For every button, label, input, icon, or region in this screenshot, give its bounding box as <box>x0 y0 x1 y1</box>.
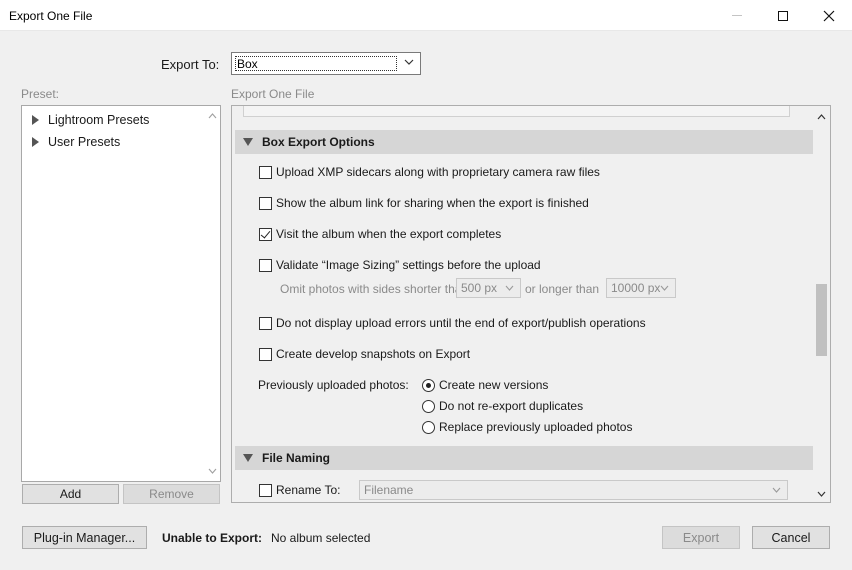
radio-replace-previous[interactable]: Replace previously uploaded photos <box>422 420 632 434</box>
section-file-naming[interactable]: File Naming <box>235 446 813 470</box>
omit-photos-label: Omit photos with sides shorter than <box>280 282 469 296</box>
expand-arrow-icon <box>32 115 39 125</box>
validate-image-sizing-checkbox[interactable]: Validate “Image Sizing” settings before … <box>259 258 541 272</box>
cancel-button[interactable]: Cancel <box>752 526 830 549</box>
chevron-down-icon <box>505 285 514 291</box>
option-label: Do not display upload errors until the e… <box>276 316 646 330</box>
tree-item-user-presets[interactable]: User Presets <box>32 135 120 149</box>
visit-album-checkbox[interactable]: Visit the album when the export complete… <box>259 227 501 241</box>
tree-item-lightroom-presets[interactable]: Lightroom Presets <box>32 113 149 127</box>
checkbox-box <box>259 227 272 241</box>
collapse-arrow-icon <box>243 454 253 462</box>
radio-create-new-versions[interactable]: Create new versions <box>422 378 548 392</box>
section-box-export-options[interactable]: Box Export Options <box>235 130 813 154</box>
omit-shorter-select[interactable]: 500 px <box>456 278 521 298</box>
checkbox-box <box>259 347 272 361</box>
remove-preset-button[interactable]: Remove <box>123 484 220 504</box>
scroll-thumb[interactable] <box>816 284 827 356</box>
rename-template-select[interactable]: Filename <box>359 480 788 500</box>
window-title: Export One File <box>9 9 93 23</box>
section-title: File Naming <box>262 451 331 465</box>
scroll-down-button[interactable] <box>816 488 827 499</box>
preset-tree: Lightroom Presets User Presets <box>21 105 221 482</box>
radio-label: Replace previously uploaded photos <box>439 420 633 434</box>
radio-dot <box>422 378 435 392</box>
close-button[interactable] <box>806 0 852 31</box>
plugin-manager-button[interactable]: Plug-in Manager... <box>22 526 147 549</box>
chevron-down-icon <box>772 487 781 493</box>
tree-item-label: User Presets <box>48 135 121 149</box>
export-options-panel: Box Export Options Upload XMP sidecars a… <box>231 105 831 503</box>
rename-to-checkbox[interactable]: Rename To: <box>259 483 340 497</box>
no-display-errors-checkbox[interactable]: Do not display upload errors until the e… <box>259 316 646 330</box>
option-label: Rename To: <box>276 483 341 497</box>
scroll-down-button[interactable] <box>206 465 218 477</box>
previous-section-edge <box>243 106 790 117</box>
chevron-down-icon <box>817 491 826 497</box>
omit-shorter-value: 500 px <box>461 281 498 295</box>
radio-dot <box>422 420 435 434</box>
chevron-down-icon <box>404 59 414 65</box>
tree-item-label: Lightroom Presets <box>48 113 150 127</box>
or-longer-label: or longer than <box>525 282 600 296</box>
checkbox-box <box>259 483 272 497</box>
minimize-button[interactable] <box>714 0 760 31</box>
export-to-label: Export To: <box>161 57 220 72</box>
develop-snapshots-checkbox[interactable]: Create develop snapshots on Export <box>259 347 470 361</box>
upload-xmp-checkbox[interactable]: Upload XMP sidecars along with proprieta… <box>259 165 600 179</box>
scroll-up-button[interactable] <box>816 111 827 122</box>
checkbox-box <box>259 316 272 330</box>
section-title: Box Export Options <box>262 135 375 149</box>
chevron-down-icon <box>208 468 216 474</box>
title-bar: Export One File <box>0 0 852 31</box>
panel-content: Box Export Options Upload XMP sidecars a… <box>235 106 813 502</box>
preset-label: Preset: <box>21 87 60 101</box>
collapse-arrow-icon <box>243 138 253 146</box>
chevron-up-icon <box>817 113 826 119</box>
maximize-icon <box>778 10 788 21</box>
omit-longer-value: 10000 px <box>611 281 661 295</box>
export-to-select[interactable]: Box <box>231 52 421 75</box>
export-status-text: No album selected <box>271 531 371 545</box>
previously-uploaded-label: Previously uploaded photos: <box>258 378 409 392</box>
chevron-up-icon <box>208 113 216 119</box>
panel-label: Export One File <box>231 87 315 101</box>
unable-to-export-label: Unable to Export: <box>162 531 263 545</box>
option-label: Create develop snapshots on Export <box>276 347 471 361</box>
option-label: Validate “Image Sizing” settings before … <box>276 258 541 272</box>
maximize-button[interactable] <box>760 0 806 31</box>
show-album-link-checkbox[interactable]: Show the album link for sharing when the… <box>259 196 589 210</box>
close-icon <box>823 10 835 21</box>
radio-label: Create new versions <box>439 378 549 392</box>
omit-longer-select[interactable]: 10000 px <box>606 278 676 298</box>
export-to-value: Box <box>235 56 397 71</box>
minimize-icon <box>732 15 742 16</box>
checkbox-box <box>259 165 272 179</box>
export-button[interactable]: Export <box>662 526 740 549</box>
expand-arrow-icon <box>32 137 39 147</box>
add-preset-button[interactable]: Add <box>22 484 119 504</box>
rename-template-value: Filename <box>364 483 414 497</box>
option-label: Show the album link for sharing when the… <box>276 196 589 210</box>
panel-scrollbar[interactable] <box>813 106 830 502</box>
radio-label: Do not re-export duplicates <box>439 399 584 413</box>
checkbox-box <box>259 196 272 210</box>
option-label: Upload XMP sidecars along with proprieta… <box>276 165 600 179</box>
radio-do-not-reexport[interactable]: Do not re-export duplicates <box>422 399 583 413</box>
radio-dot <box>422 399 435 413</box>
chevron-down-icon <box>660 285 669 291</box>
checkbox-box <box>259 258 272 272</box>
scroll-up-button[interactable] <box>206 110 218 122</box>
option-label: Visit the album when the export complete… <box>276 227 502 241</box>
